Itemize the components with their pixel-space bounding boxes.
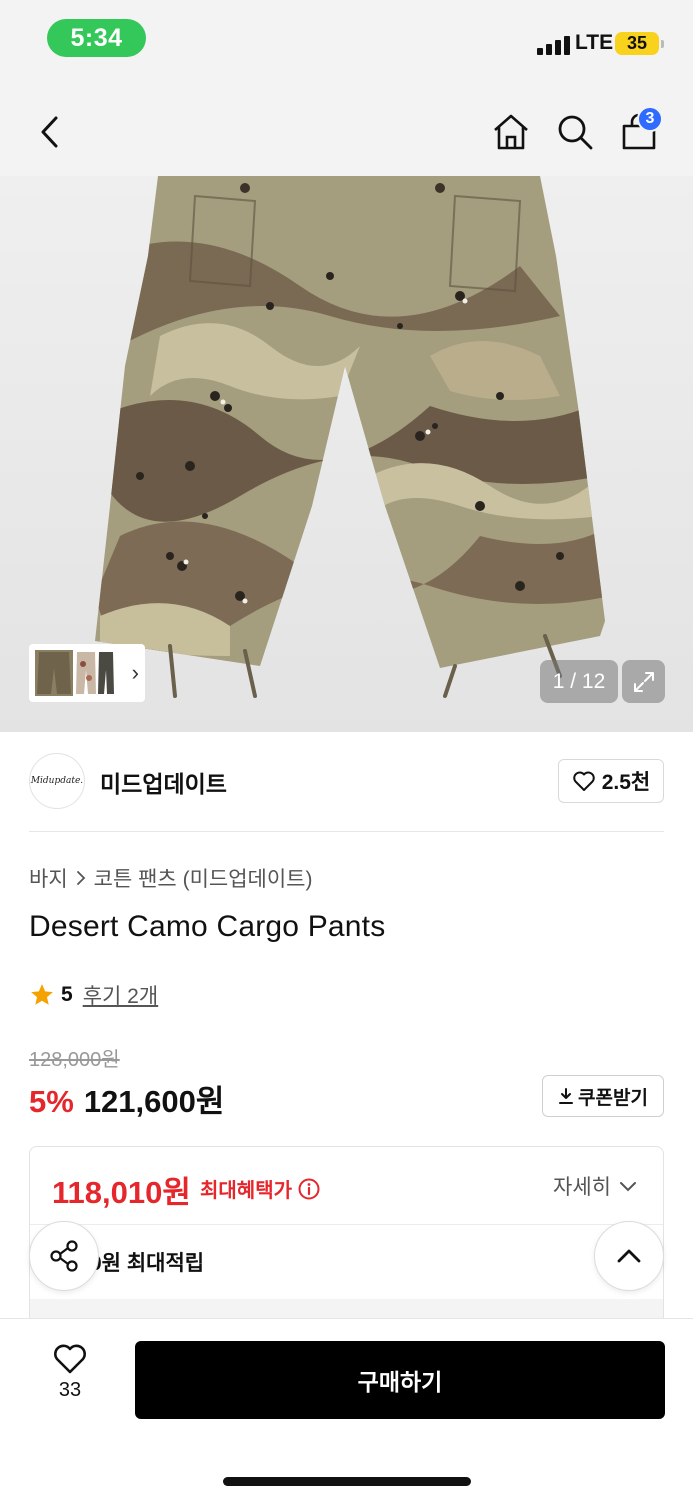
breadcrumb-subcategory[interactable]: 코튼 팬츠 (미드업데이트): [94, 863, 313, 893]
brand-logo[interactable]: Midupdate.: [29, 753, 85, 809]
coupon-button[interactable]: 쿠폰받기: [542, 1075, 664, 1117]
chevron-left-icon: [41, 116, 58, 148]
search-button[interactable]: [545, 88, 605, 176]
sale-price: 121,600원: [83, 1084, 225, 1119]
cart-button[interactable]: [609, 88, 669, 176]
chevron-down-icon: [620, 1182, 636, 1192]
info-icon[interactable]: [298, 1178, 320, 1200]
coupon-label: 쿠폰받기: [578, 1087, 648, 1109]
brand-name[interactable]: 미드업데이트: [100, 765, 227, 799]
detail-label: 자세히: [553, 1176, 611, 1199]
status-time: 5:34: [47, 19, 146, 57]
buy-button[interactable]: 구매하기: [135, 1341, 665, 1419]
max-points: 0원 최대적립: [90, 1252, 205, 1275]
max-benefit-label: 최대혜택가: [200, 1174, 320, 1203]
star-icon: [31, 984, 53, 1005]
bottom-action-bar: 33 구매하기: [0, 1318, 693, 1500]
chevron-right-icon: ›: [131, 660, 139, 685]
benefit-divider: [30, 1224, 663, 1225]
rating-row[interactable]: 5 후기 2개: [29, 980, 158, 1010]
wishlist-button[interactable]: 33: [40, 1343, 100, 1413]
home-icon: [494, 114, 528, 150]
download-icon: [559, 1088, 574, 1104]
price-row: 5% 121,600원: [29, 1076, 224, 1121]
network-type: LTE: [575, 31, 614, 54]
benefit-box: 118,010원 최대혜택가 자세히 0원 최대적립: [29, 1146, 664, 1327]
brand-like-count: 2.5천: [601, 771, 651, 794]
review-count-link[interactable]: 후기 2개: [83, 980, 158, 1010]
share-button[interactable]: [29, 1221, 99, 1291]
wishlist-count: 33: [58, 1379, 82, 1401]
max-benefit-text: 최대혜택가: [200, 1180, 292, 1202]
top-nav: [0, 88, 693, 176]
breadcrumb: 바지 코튼 팬츠 (미드업데이트): [29, 863, 313, 893]
share-icon: [50, 1240, 78, 1272]
chevron-right-icon: [76, 871, 85, 885]
discount-rate: 5%: [29, 1084, 74, 1119]
back-button[interactable]: [20, 88, 80, 176]
detail-toggle[interactable]: 자세히: [553, 1171, 637, 1201]
home-indicator: [223, 1477, 471, 1486]
cart-count-badge: 3: [637, 106, 663, 132]
section-divider: [29, 831, 664, 832]
chevron-up-icon: [617, 1249, 641, 1263]
status-bar: 5:34 LTE 35: [0, 0, 693, 88]
signal-icon: [537, 35, 571, 55]
heart-icon: [572, 771, 595, 791]
product-title: Desert Camo Cargo Pants: [29, 910, 386, 943]
max-benefit-price: 118,010원: [52, 1175, 191, 1210]
thumbnail-images: [35, 650, 114, 696]
heart-icon: [54, 1344, 86, 1374]
expand-icon: [633, 671, 654, 692]
rating-score: 5: [61, 983, 73, 1006]
home-button[interactable]: [481, 88, 541, 176]
expand-button[interactable]: [622, 660, 665, 703]
thumbnail-strip[interactable]: ›: [29, 644, 145, 702]
search-icon: [558, 115, 593, 150]
original-price: 128,000원: [29, 1049, 120, 1071]
breadcrumb-category[interactable]: 바지: [29, 863, 68, 893]
scroll-top-button[interactable]: [594, 1221, 664, 1291]
battery-icon: 35: [615, 32, 664, 55]
image-counter: 1 / 12: [540, 660, 618, 703]
brand-like-button[interactable]: 2.5천: [558, 759, 664, 803]
